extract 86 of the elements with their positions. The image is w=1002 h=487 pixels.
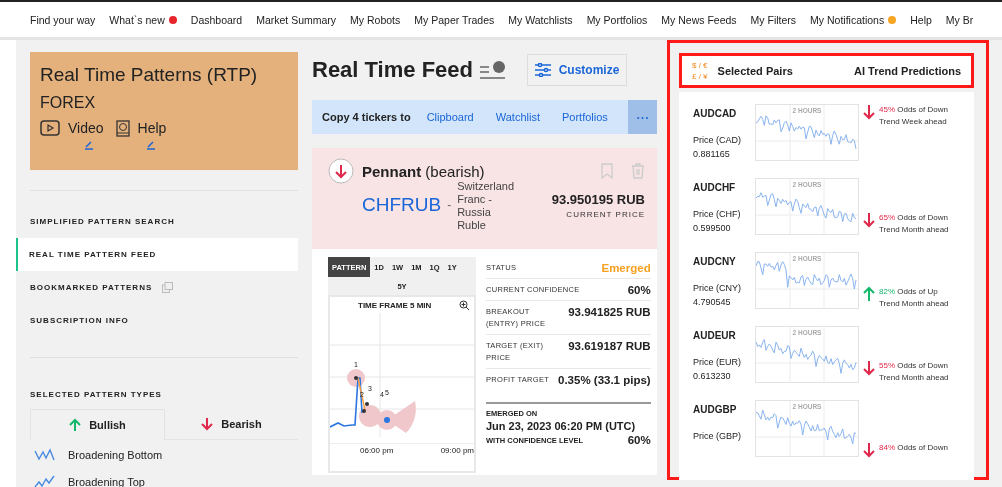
pattern-name: Pennant (bearish) bbox=[362, 162, 486, 180]
page-title: Real Time Feed bbox=[312, 57, 473, 83]
price-label: Price (EUR) bbox=[693, 356, 742, 369]
pattern-type-label[interactable]: Broadening Bottom bbox=[68, 449, 163, 461]
nav-link[interactable]: My Paper Trades bbox=[414, 13, 495, 26]
copy-target-link[interactable]: Watchlist bbox=[495, 111, 540, 123]
price-label: Price (CHF) bbox=[693, 208, 742, 221]
stat-value: 93.619187 RUB bbox=[568, 340, 651, 352]
market-label: FOREX bbox=[40, 94, 97, 112]
stat-value: 93.941825 RUB bbox=[568, 306, 651, 318]
nav-link[interactable]: My Notifications bbox=[810, 13, 885, 26]
panel-title: Selected Pairs bbox=[717, 64, 793, 77]
chart-title: TIME FRAME 5 MIN bbox=[358, 301, 432, 310]
pair-symbol[interactable]: AUDCHF bbox=[693, 182, 755, 193]
sidebar-menu-item[interactable]: BOOKMARKED PATTERNS bbox=[16, 271, 298, 304]
trend-prediction: 45% Odds of Down Trend Week ahead bbox=[879, 104, 949, 128]
help-book-icon[interactable] bbox=[115, 120, 130, 138]
separator-text: - bbox=[447, 198, 452, 212]
nav-link[interactable]: My Filters bbox=[750, 13, 797, 26]
emerged-date: Jun 23, 2023 06:20 PM (UTC) bbox=[486, 420, 637, 432]
sidebar-menu-item[interactable]: SIMPLIFIED PATTERN SEARCH bbox=[16, 205, 298, 238]
pattern-point bbox=[354, 376, 358, 380]
price-label: Price (CNY) bbox=[693, 282, 742, 295]
stat-value: Emerged bbox=[601, 262, 651, 274]
trend-prediction: 82% Odds of Up Trend Month ahead bbox=[879, 286, 950, 310]
section-heading: SELECTED PATTERN TYPES bbox=[30, 390, 163, 399]
stat-value: 0.35% (33.1 pips) bbox=[558, 374, 651, 386]
copy-target-link[interactable]: Clipboard bbox=[426, 111, 474, 123]
nav-link[interactable]: Find your way bbox=[30, 13, 96, 26]
trend-tab[interactable]: Bullish bbox=[30, 409, 165, 440]
zoom-in-icon[interactable] bbox=[459, 300, 470, 311]
price-value: 4.790545 bbox=[693, 296, 732, 309]
edit-icon[interactable] bbox=[145, 140, 156, 150]
nav-link[interactable]: My Robots bbox=[350, 13, 401, 26]
copy-target-link[interactable]: Portfolios bbox=[561, 111, 608, 123]
customize-button[interactable]: Customize bbox=[527, 54, 627, 86]
product-title: Real Time Patterns (RTP) bbox=[40, 64, 259, 86]
pattern-point bbox=[362, 409, 366, 413]
nav-link[interactable]: My Br bbox=[945, 13, 974, 26]
nav-link[interactable]: My Portfolios bbox=[586, 13, 648, 26]
nav-link[interactable]: Dashboard bbox=[190, 13, 243, 26]
trend-prediction: 84% Odds of Down bbox=[879, 442, 949, 454]
pair-symbol[interactable]: AUDEUR bbox=[693, 330, 755, 341]
pattern-line bbox=[357, 377, 366, 411]
price-caption: CURRENT PRICE bbox=[566, 210, 645, 219]
sidebar-menu-item[interactable]: SUBSCRIPTION INFO bbox=[16, 304, 298, 337]
price-value: 0.613230 bbox=[693, 370, 732, 383]
nav-link[interactable]: Help bbox=[910, 13, 932, 26]
ticker-link[interactable]: CHFRUB bbox=[362, 194, 442, 216]
nav-link[interactable]: My News Feeds bbox=[661, 13, 737, 26]
trend-prediction: 65% Odds of Down Trend Month ahead bbox=[879, 212, 950, 236]
price-label: Price (GBP) bbox=[693, 430, 742, 443]
help-link[interactable]: Video bbox=[68, 120, 104, 136]
price-label: Price (CAD) bbox=[693, 134, 742, 147]
pattern-point bbox=[384, 417, 390, 423]
price-value: 0.881165 bbox=[693, 148, 731, 161]
stat-value: 60% bbox=[627, 434, 651, 446]
pattern-shape-icon bbox=[34, 475, 56, 487]
nav-link[interactable]: What`s new bbox=[109, 13, 165, 26]
current-price: 93.950195 RUB bbox=[551, 192, 645, 207]
copy-label: Copy 4 tickers to bbox=[322, 111, 411, 123]
currency-logo: $ / € £ / ¥ bbox=[692, 59, 708, 82]
panel-title: AI Trend Predictions bbox=[854, 64, 961, 77]
edit-icon[interactable] bbox=[84, 140, 94, 150]
nav-link[interactable]: My Watchlists bbox=[508, 13, 573, 26]
pair-name: Switzerland Franc - Russia Ruble bbox=[457, 180, 516, 232]
pattern-shape-icon bbox=[34, 448, 56, 462]
stat-value: 60% bbox=[627, 284, 651, 296]
pattern-point bbox=[365, 402, 369, 406]
pair-symbol[interactable]: AUDGBP bbox=[693, 404, 755, 415]
price-value: 0.599500 bbox=[693, 222, 732, 235]
nav-link[interactable]: Market Summary bbox=[256, 13, 337, 26]
pivot-zone bbox=[347, 369, 365, 387]
price-line bbox=[330, 377, 363, 428]
pair-symbol[interactable]: AUDCNY bbox=[693, 256, 755, 267]
pair-symbol[interactable]: AUDCAD bbox=[693, 108, 755, 119]
external-window-icon[interactable] bbox=[162, 282, 174, 293]
trend-tab[interactable]: Bearish bbox=[165, 409, 298, 440]
help-list-icon[interactable] bbox=[479, 59, 507, 81]
x-axis-label: 09:00 pm bbox=[440, 446, 474, 455]
sidebar-menu-item[interactable]: REAL TIME PATTERN FEED bbox=[16, 238, 298, 271]
sliders-icon bbox=[534, 63, 551, 77]
play-icon[interactable] bbox=[40, 120, 60, 136]
x-axis-label: 06:00 pm bbox=[360, 446, 394, 455]
help-link[interactable]: Help bbox=[137, 120, 167, 136]
trend-prediction: 55% Odds of Down Trend Month ahead bbox=[879, 360, 950, 384]
